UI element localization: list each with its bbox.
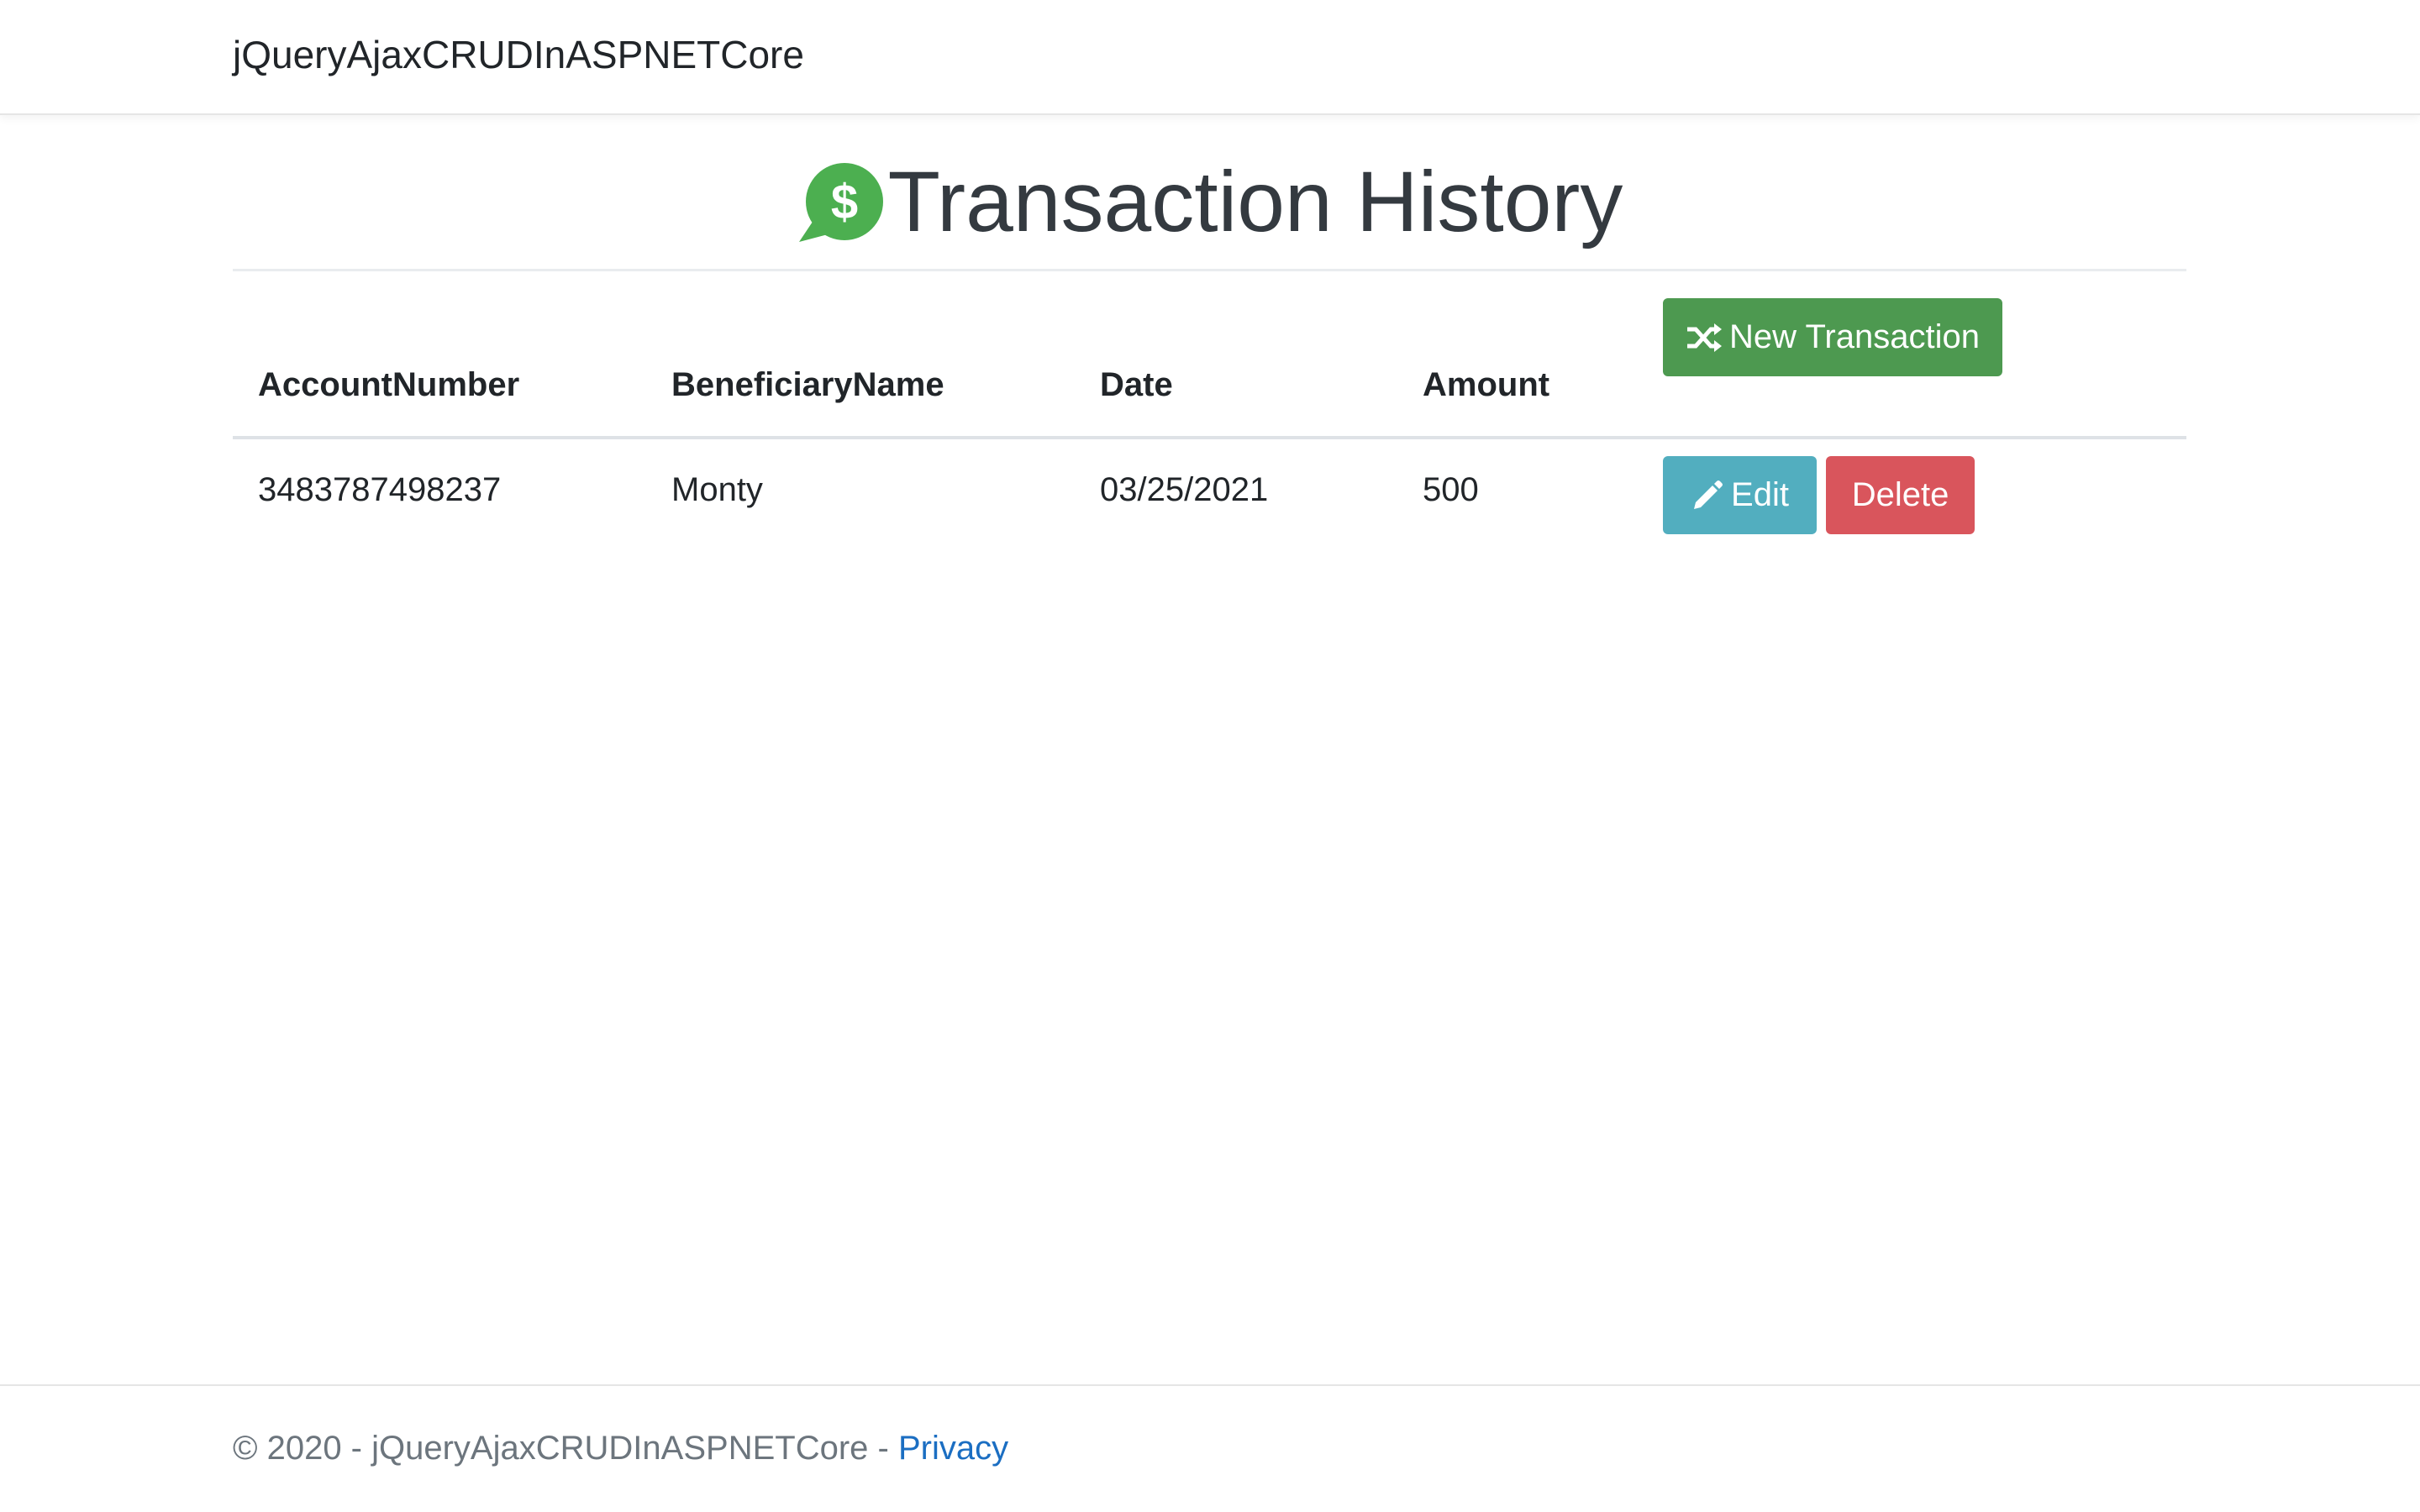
table-row: 3483787498237 Monty 03/25/2021 500 Edit …	[233, 438, 2186, 587]
transactions-table: AccountNumber BeneficiaryName Date Amoun…	[233, 286, 2186, 587]
cell-amount: 500	[1423, 471, 1479, 508]
new-transaction-button[interactable]: New Transaction	[1663, 298, 2002, 376]
privacy-link[interactable]: Privacy	[898, 1430, 1008, 1467]
header-beneficiary-name: BeneficiaryName	[646, 286, 1075, 439]
header-actions: New Transaction	[1638, 286, 2186, 439]
page-title: Transaction History	[887, 153, 1623, 249]
edit-button[interactable]: Edit	[1663, 456, 1817, 534]
pencil-icon	[1694, 480, 1723, 509]
new-transaction-label: New Transaction	[1729, 318, 1980, 355]
delete-button[interactable]: Delete	[1826, 456, 1975, 534]
shuffle-icon	[1687, 323, 1723, 352]
navbar: jQueryAjaxCRUDInASPNETCore	[0, 0, 2420, 115]
delete-label: Delete	[1851, 476, 1949, 513]
footer-text: © 2020 - jQueryAjaxCRUDInASPNETCore - Pr…	[233, 1430, 1008, 1467]
cell-beneficiary-name: Monty	[671, 471, 763, 508]
cell-actions: Edit Delete	[1638, 438, 2186, 587]
header-amount: Amount	[1397, 286, 1638, 439]
page-header: $ Transaction History	[0, 151, 2420, 252]
navbar-brand[interactable]: jQueryAjaxCRUDInASPNETCore	[233, 32, 804, 77]
dollar-speech-bubble-icon: $	[798, 163, 883, 242]
footer: © 2020 - jQueryAjaxCRUDInASPNETCore - Pr…	[0, 1384, 2420, 1512]
cell-account-number: 3483787498237	[258, 471, 502, 508]
title-divider	[233, 269, 2186, 271]
footer-copyright: © 2020 - jQueryAjaxCRUDInASPNETCore -	[233, 1430, 898, 1467]
svg-text:$: $	[830, 175, 857, 229]
table-header-row: AccountNumber BeneficiaryName Date Amoun…	[233, 286, 2186, 439]
edit-label: Edit	[1731, 476, 1789, 513]
header-date: Date	[1075, 286, 1397, 439]
cell-date: 03/25/2021	[1100, 471, 1269, 508]
header-account-number: AccountNumber	[233, 286, 646, 439]
row-actions: Edit Delete	[1663, 456, 2161, 534]
